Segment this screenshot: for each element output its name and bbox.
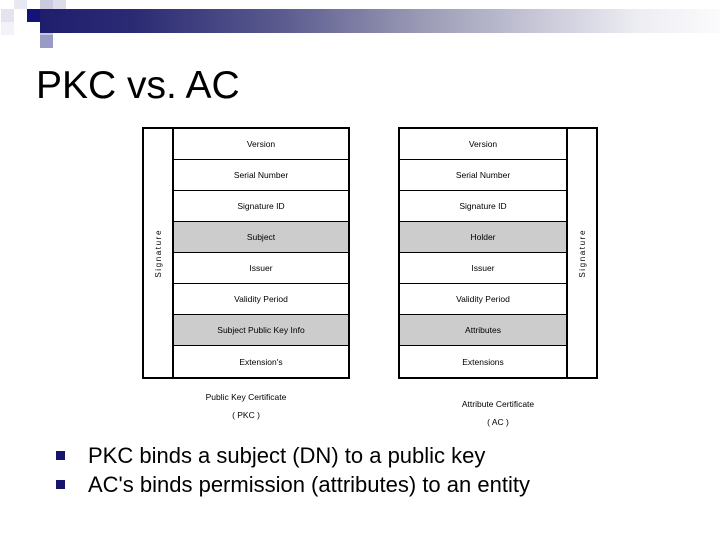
ac-row-label: Holder bbox=[470, 232, 496, 242]
ac-row-label: Validity Period bbox=[456, 294, 510, 304]
ac-row: Version bbox=[400, 129, 566, 160]
pkc-caption-abbreviation: ( PKC ) bbox=[232, 410, 260, 420]
ac-row: Holder bbox=[400, 222, 566, 253]
ac-field-rows: Version Serial Number Signature ID Holder Is… bbox=[400, 129, 566, 377]
pkc-row-label: Issuer bbox=[249, 263, 273, 273]
ac-signature-column: Signature bbox=[566, 129, 596, 377]
pkc-row: Serial Number bbox=[174, 160, 348, 191]
ac-row: Issuer bbox=[400, 253, 566, 284]
ac-caption-primary: Attribute Certificate bbox=[461, 399, 535, 409]
ac-row-label: Signature ID bbox=[459, 201, 507, 211]
ac-table: Signature Version Serial Number Signature … bbox=[398, 127, 598, 379]
pkc-certificate-diagram: Signature Version Serial Number Signature … bbox=[142, 127, 350, 379]
bullet-text: AC's binds permission (attributes) to an… bbox=[88, 471, 530, 497]
pkc-row-label: Validity Period bbox=[234, 294, 288, 304]
decorative-square bbox=[53, 0, 66, 9]
pkc-row: Validity Period bbox=[174, 284, 348, 315]
ac-row-label: Issuer bbox=[471, 263, 495, 273]
decorative-square bbox=[53, 35, 66, 48]
bullet-square-icon bbox=[56, 480, 65, 489]
gradient-bar bbox=[40, 9, 720, 33]
pkc-row: Signature ID bbox=[174, 191, 348, 222]
decorative-square bbox=[27, 22, 40, 35]
pkc-field-rows: Version Serial Number Signature ID Subject I… bbox=[174, 129, 348, 377]
ac-row-label: Serial Number bbox=[455, 170, 511, 180]
bullet-item: PKC binds a subject (DN) to a public key bbox=[56, 441, 676, 470]
pkc-caption-primary: Public Key Certificate bbox=[205, 392, 287, 402]
bullet-list: PKC binds a subject (DN) to a public key… bbox=[56, 441, 676, 499]
bullet-text: PKC binds a subject (DN) to a public key bbox=[88, 442, 486, 468]
ac-row: Serial Number bbox=[400, 160, 566, 191]
pkc-row: Extension's bbox=[174, 346, 348, 377]
bullet-item: AC's binds permission (attributes) to an… bbox=[56, 470, 676, 499]
decorative-square bbox=[14, 35, 27, 48]
pkc-row: Subject bbox=[174, 222, 348, 253]
pkc-row-label: Version bbox=[246, 139, 276, 149]
decorative-square bbox=[40, 35, 53, 48]
pkc-row-label: Serial Number bbox=[233, 170, 289, 180]
ac-row: Attributes bbox=[400, 315, 566, 346]
page-title: PKC vs. AC bbox=[36, 64, 240, 107]
decorative-square bbox=[1, 22, 14, 35]
pkc-row-label: Subject Public Key Info bbox=[217, 325, 305, 335]
ac-row-label: Version bbox=[468, 139, 498, 149]
pkc-signature-column: Signature bbox=[144, 129, 174, 377]
ac-caption-abbreviation: ( AC ) bbox=[487, 417, 509, 427]
ac-certificate-diagram: Signature Version Serial Number Signature … bbox=[398, 127, 598, 379]
decorative-square bbox=[14, 22, 27, 35]
ac-row-label: Attributes bbox=[465, 325, 501, 335]
ac-row: Validity Period bbox=[400, 284, 566, 315]
pkc-row: Version bbox=[174, 129, 348, 160]
pkc-row-label: Extension's bbox=[239, 356, 283, 367]
ac-signature-label: Signature bbox=[577, 228, 587, 278]
pkc-table: Signature Version Serial Number Signature … bbox=[142, 127, 350, 379]
pkc-row: Issuer bbox=[174, 253, 348, 284]
slide-header-decoration bbox=[0, 0, 720, 48]
pkc-signature-label: Signature bbox=[153, 228, 163, 278]
decorative-square bbox=[1, 9, 14, 22]
decorative-square bbox=[14, 9, 27, 22]
pkc-row: Subject Public Key Info bbox=[174, 315, 348, 346]
ac-row-label: Extensions bbox=[462, 356, 504, 367]
bullet-square-icon bbox=[56, 451, 65, 460]
pkc-row-label: Signature ID bbox=[237, 201, 285, 211]
ac-row: Extensions bbox=[400, 346, 566, 377]
decorative-square bbox=[40, 0, 53, 9]
decorative-square bbox=[27, 35, 40, 48]
ac-row: Signature ID bbox=[400, 191, 566, 222]
pkc-row-label: Subject bbox=[246, 232, 276, 242]
decorative-square bbox=[27, 9, 40, 22]
